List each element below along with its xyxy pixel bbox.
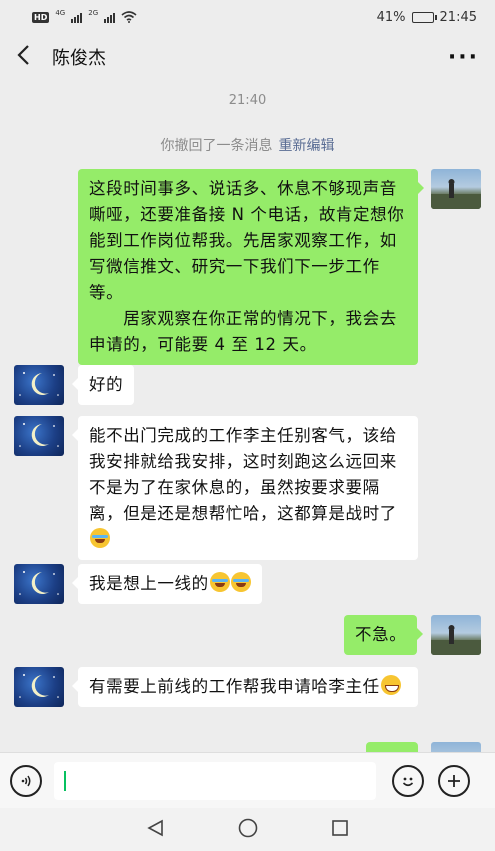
nav-back-button[interactable] (146, 818, 166, 842)
battery-icon (411, 11, 437, 23)
timestamp: 21:40 (228, 93, 267, 108)
message-bubble[interactable]: 这段时间事多、说话多、休息不够现声音嘶哑，还要准备接 N 个电话，故肯定想你能到… (78, 169, 424, 365)
moon-icon (19, 372, 59, 396)
signal-icon-2 (104, 12, 116, 23)
contact-avatar[interactable] (14, 365, 64, 405)
more-button[interactable]: ··· (448, 45, 479, 70)
text-caret (64, 770, 66, 791)
landscape-photo (431, 625, 481, 655)
status-bar: HD 4G 2G 41% 21:45 (0, 0, 495, 34)
message-text: 我是想上一线的 (89, 574, 209, 593)
moon-icon (19, 571, 59, 595)
laugh-cry-emoji-icon (90, 528, 110, 548)
nav-back-icon (146, 819, 163, 836)
message-text: 不急。 (355, 625, 407, 644)
recall-notice: 你撤回了一条消息 重新编辑 (0, 135, 495, 155)
laugh-cry-emoji-icon (209, 572, 230, 592)
voice-button[interactable] (10, 764, 42, 797)
message-bubble[interactable]: 我是想上一线的 (72, 564, 262, 604)
nav-home-button[interactable] (237, 817, 259, 843)
nav-recent-icon (331, 819, 348, 836)
nav-recent-button[interactable] (330, 818, 350, 842)
system-nav-bar (0, 808, 495, 851)
battery-percent: 41% (376, 9, 406, 25)
page-title: 陈俊杰 (52, 48, 106, 69)
message-text: 能不出门完成的工作李主任别客气，该给我安排就给我安排，这时刻跑这么远回来不是为了… (89, 426, 397, 523)
moon-icon (19, 674, 59, 698)
recall-notice-text: 你撤回了一条消息 (160, 138, 273, 154)
network-type-2: 2G (88, 9, 99, 17)
re-edit-link[interactable]: 重新编辑 (279, 138, 335, 154)
contact-avatar[interactable] (14, 416, 64, 456)
grin-emoji-icon (380, 675, 401, 695)
more-dots-icon: ··· (447, 44, 479, 70)
message-bubble[interactable]: 能不出门完成的工作李主任别客气，该给我安排就给我安排，这时刻跑这么远回来不是为了… (72, 416, 418, 560)
my-avatar[interactable] (431, 742, 481, 752)
network-type-1: 4G (55, 9, 66, 17)
message-list[interactable]: 21:40 你撤回了一条消息 重新编辑 这段时间事多、说话多、休息不够现声音嘶哑，… (0, 80, 495, 752)
back-button[interactable] (16, 44, 46, 71)
contact-avatar[interactable] (14, 564, 64, 604)
nav-home-icon (238, 818, 257, 837)
message-bubble[interactable]: 好的 (71, 365, 135, 405)
emoji-button[interactable] (392, 764, 424, 797)
more-functions-button[interactable] (438, 764, 470, 797)
signal-icon (71, 12, 83, 23)
message-bubble-partial[interactable] (366, 742, 418, 752)
message-text: 这段时间事多、说话多、休息不够现声音嘶哑，还要准备接 N 个电话，故肯定想你能到… (89, 179, 405, 354)
message-text: 好的 (89, 375, 124, 394)
wifi-icon (121, 11, 137, 23)
input-actions (392, 764, 470, 797)
plus-icon (448, 774, 460, 787)
laugh-cry-emoji-icon (230, 572, 251, 592)
message-text: 有需要上前线的工作帮我申请哈李主任 (89, 677, 380, 696)
message-bubble[interactable]: 有需要上前线的工作帮我申请哈李主任 (72, 667, 418, 707)
chevron-left-icon (17, 44, 29, 65)
chat-header: 陈俊杰 ··· (0, 34, 495, 80)
voice-icon (21, 775, 31, 786)
status-left: HD 4G 2G (32, 9, 137, 23)
landscape-photo (431, 179, 481, 209)
hd-badge: HD (32, 11, 50, 23)
status-right: 41% 21:45 (377, 10, 477, 25)
contact-avatar[interactable] (14, 667, 64, 707)
clock: 21:45 (439, 9, 477, 25)
my-avatar[interactable] (431, 169, 481, 209)
message-bubble[interactable]: 不急。 (344, 615, 424, 655)
my-avatar[interactable] (431, 615, 481, 655)
moon-icon (19, 423, 59, 447)
input-bar (0, 752, 495, 808)
message-input[interactable] (54, 761, 376, 800)
emoji-icon (402, 777, 414, 786)
